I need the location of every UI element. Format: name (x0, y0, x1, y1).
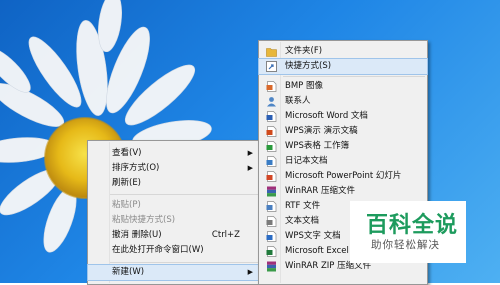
powerpoint-icon (266, 171, 277, 182)
menu-separator (110, 262, 260, 263)
menu-separator (110, 194, 260, 195)
menu-item-shortcut: Ctrl+Z (211, 230, 240, 240)
submenu-item-wps-presentation[interactable]: WPS演示 演示文稿 (259, 124, 427, 139)
menu-item-label: 新建(W) (112, 267, 145, 277)
submenu-item-label: Microsoft PowerPoint 幻灯片 (285, 171, 402, 181)
wps-writer-icon (266, 231, 277, 242)
winrar-zip-icon (266, 261, 277, 272)
submenu-item-bitmap-image[interactable]: BMP 图像 (259, 79, 427, 94)
submenu-item-label: 快捷方式(S) (285, 61, 332, 71)
submenu-item-shortcut[interactable]: 快捷方式(S) (258, 58, 428, 75)
submenu-item-label: WPS文字 文档 (285, 231, 341, 241)
wps-presentation-icon (266, 126, 277, 137)
excel-icon (266, 246, 277, 257)
submenu-arrow-icon: ▶ (247, 268, 253, 276)
bitmap-image-icon (266, 81, 277, 92)
submenu-item-label: Microsoft Excel 工 (285, 246, 361, 256)
winrar-archive-icon (266, 186, 277, 197)
watermark-badge: 百科全说 助你轻松解决 (350, 201, 466, 263)
menu-item-label: 排序方式(O) (112, 163, 160, 173)
watermark-title: 百科全说 (366, 213, 459, 238)
submenu-item-powerpoint[interactable]: Microsoft PowerPoint 幻灯片 (259, 169, 427, 184)
submenu-item-label: 文本文档 (285, 216, 320, 226)
submenu-item-wps-spreadsheet[interactable]: WPS表格 工作簿 (259, 139, 427, 154)
desktop-context-menu: 查看(V) ▶ 排序方式(O) ▶ 刷新(E) 粘贴(P) 粘贴快捷方式(S) … (87, 140, 263, 285)
menu-item-paste-shortcut[interactable]: 粘贴快捷方式(S) (88, 213, 262, 228)
submenu-item-journal[interactable]: 日记本文档 (259, 154, 427, 169)
submenu-item-label: Microsoft Word 文档 (285, 111, 368, 121)
menu-item-refresh[interactable]: 刷新(E) (88, 176, 262, 191)
menu-item-label: 刷新(E) (112, 178, 142, 188)
menu-item-label: 在此处打开命令窗口(W) (112, 245, 204, 255)
submenu-arrow-icon: ▶ (247, 164, 253, 172)
menu-separator (283, 76, 425, 77)
text-document-icon (266, 216, 277, 227)
submenu-item-word-document[interactable]: Microsoft Word 文档 (259, 109, 427, 124)
submenu-item-contact[interactable]: 联系人 (259, 94, 427, 109)
shortcut-icon (266, 61, 277, 72)
submenu-item-label: 联系人 (285, 96, 311, 106)
folder-icon (266, 46, 277, 57)
submenu-arrow-icon: ▶ (247, 149, 253, 157)
submenu-item-label: WPS演示 演示文稿 (285, 126, 358, 136)
submenu-item-winrar-archive[interactable]: WinRAR 压缩文件 (259, 184, 427, 199)
menu-item-open-command-window[interactable]: 在此处打开命令窗口(W) (88, 243, 262, 258)
wps-spreadsheet-icon (266, 141, 277, 152)
word-document-icon (266, 111, 277, 122)
journal-icon (266, 156, 277, 167)
submenu-item-label: BMP 图像 (285, 81, 323, 91)
menu-item-label: 撤消 删除(U) (112, 230, 162, 240)
submenu-item-folder[interactable]: 文件夹(F) (259, 44, 427, 59)
watermark-subtitle: 助你轻松解决 (371, 239, 440, 251)
menu-item-view[interactable]: 查看(V) ▶ (88, 146, 262, 161)
submenu-item-label: 日记本文档 (285, 156, 328, 166)
menu-item-undo-delete[interactable]: 撤消 删除(U) Ctrl+Z (88, 228, 262, 243)
menu-item-new[interactable]: 新建(W) ▶ (87, 264, 263, 281)
submenu-item-label: 文件夹(F) (285, 46, 323, 56)
submenu-item-label: RTF 文件 (285, 201, 321, 211)
menu-item-sort-by[interactable]: 排序方式(O) ▶ (88, 161, 262, 176)
menu-item-label: 粘贴(P) (112, 200, 141, 210)
menu-item-label: 粘贴快捷方式(S) (112, 215, 176, 225)
contact-icon (266, 96, 277, 107)
rtf-document-icon (266, 201, 277, 212)
menu-item-paste[interactable]: 粘贴(P) (88, 198, 262, 213)
submenu-item-label: WinRAR 压缩文件 (285, 186, 355, 196)
submenu-item-label: WPS表格 工作簿 (285, 141, 350, 151)
menu-item-label: 查看(V) (112, 148, 142, 158)
